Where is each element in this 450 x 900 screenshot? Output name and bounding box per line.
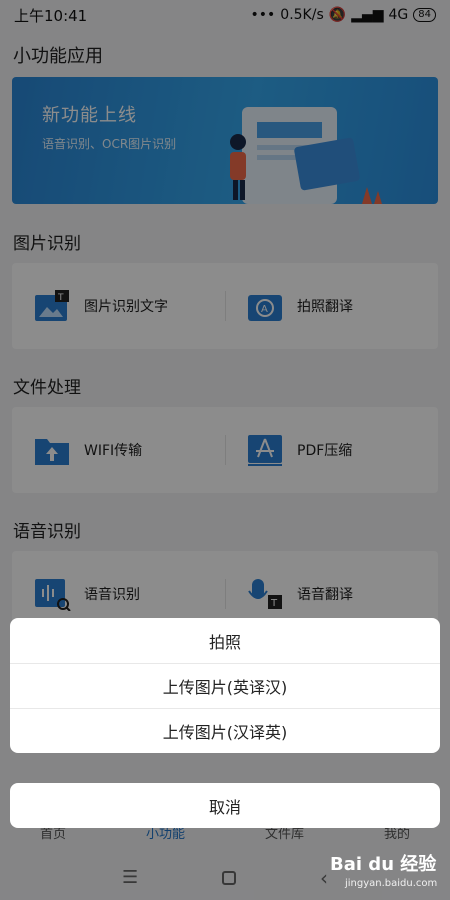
option-upload-en-to-zh[interactable]: 上传图片(英译汉) (10, 663, 440, 708)
option-upload-zh-to-en[interactable]: 上传图片(汉译英) (10, 708, 440, 753)
cancel-button[interactable]: 取消 (10, 783, 440, 828)
watermark-url: jingyan.baidu.com (345, 878, 438, 889)
modal-overlay[interactable] (0, 0, 450, 900)
option-take-photo[interactable]: 拍照 (10, 618, 440, 663)
cancel-sheet: 取消 (10, 783, 440, 828)
baidu-jingyan-logo: Bai du 经验 (330, 854, 437, 875)
action-sheet: 拍照 上传图片(英译汉) 上传图片(汉译英) (10, 618, 440, 753)
